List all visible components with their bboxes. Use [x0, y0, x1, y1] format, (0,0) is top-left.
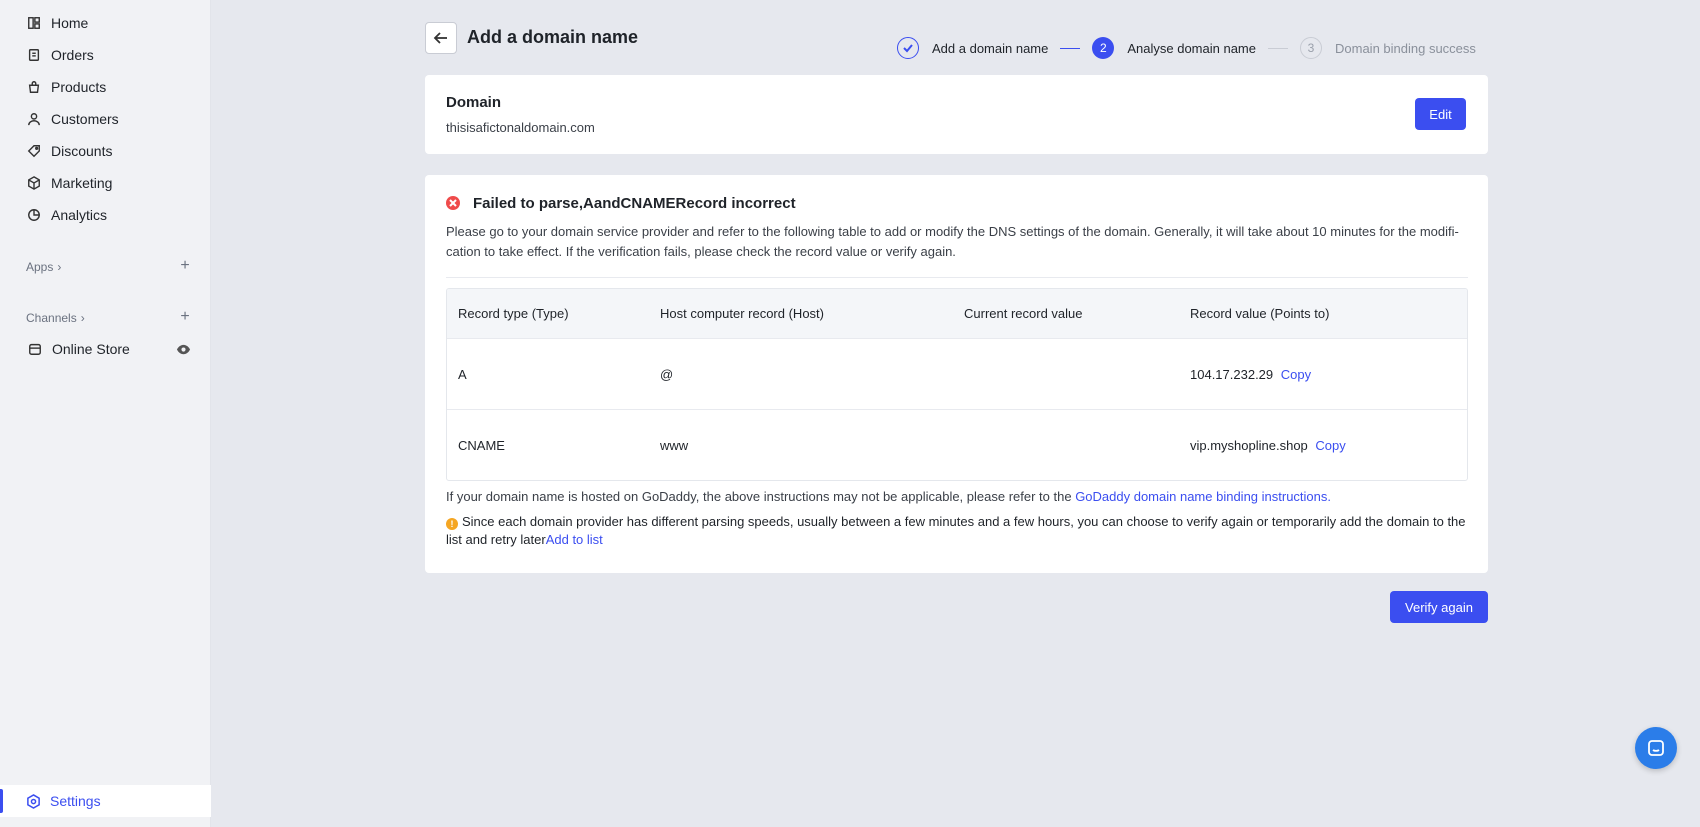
sidebar-item-discounts[interactable]: Discounts — [0, 135, 211, 167]
record-host: @ — [660, 366, 674, 382]
step-3-label: Domain binding success — [1335, 40, 1476, 56]
step-1-check-icon — [897, 37, 919, 59]
domain-value: thisisafictonaldomain.com — [446, 120, 595, 135]
record-points-to: vip.myshopline.shop — [1190, 437, 1308, 453]
home-icon — [26, 15, 42, 31]
sidebar-item-products[interactable]: Products — [0, 71, 211, 103]
record-type: CNAME — [458, 437, 505, 453]
copy-button[interactable]: Copy — [1315, 438, 1345, 453]
store-icon — [27, 341, 43, 357]
sidebar-item-label: Orders — [51, 47, 94, 63]
domain-title: Domain — [446, 94, 502, 111]
step-1-label: Add a domain name — [932, 40, 1049, 56]
apps-label: Apps — [26, 260, 54, 274]
sidebar-item-analytics[interactable]: Analytics — [0, 199, 211, 231]
chevron-right-icon: › — [80, 311, 85, 325]
step-2-number: 2 — [1092, 37, 1115, 59]
sidebar: Home Orders Products Customers Discounts… — [0, 0, 211, 827]
add-to-list-link[interactable]: Add to list — [546, 532, 603, 547]
record-type: A — [458, 366, 467, 382]
step-2-label: Analyse domain name — [1127, 40, 1256, 56]
sidebar-item-home[interactable]: Home — [0, 7, 211, 39]
chevron-right-icon: › — [57, 260, 62, 274]
chat-icon — [1648, 740, 1664, 756]
active-indicator — [0, 789, 3, 813]
settings-icon — [26, 793, 50, 809]
record-points-to-cell: 104.17.232.29 Copy — [1190, 367, 1467, 382]
copy-button[interactable]: Copy — [1281, 367, 1311, 382]
record-host: www — [660, 437, 689, 453]
sidebar-item-label: Products — [51, 79, 107, 95]
sidebar-item-orders[interactable]: Orders — [0, 39, 211, 71]
column-header-type: Record type (Type) — [458, 306, 569, 321]
add-channel-button[interactable]: + — [178, 308, 192, 325]
eye-icon[interactable] — [175, 342, 191, 356]
marketing-icon — [26, 175, 42, 191]
step-connector — [1268, 47, 1288, 49]
apps-section-toggle[interactable]: Apps › — [26, 260, 61, 274]
sidebar-item-label: Marketing — [51, 175, 113, 191]
parsing-speed-warning: ! Since each domain provider has differen… — [446, 513, 1468, 549]
customers-icon — [26, 111, 42, 127]
back-button[interactable] — [425, 22, 457, 54]
channels-label: Channels — [26, 311, 77, 325]
channels-section-toggle[interactable]: Channels › — [26, 311, 85, 325]
sidebar-item-settings[interactable]: Settings — [0, 785, 211, 817]
column-header-points-to: Record value (Points to) — [1190, 306, 1330, 321]
error-description: Please go to your domain service provide… — [446, 224, 1459, 259]
edit-button[interactable]: Edit — [1415, 98, 1466, 130]
sidebar-item-label: Discounts — [51, 143, 113, 159]
sidebar-item-label: Online Store — [52, 341, 130, 357]
page-title: Add a domain name — [467, 27, 639, 47]
godaddy-note: If your domain name is hosted on GoDaddy… — [446, 489, 1331, 504]
domain-card: Domain thisisafictonaldomain.com Edit — [425, 75, 1488, 154]
discounts-icon — [26, 143, 42, 159]
progress-steps: Add a domain name 2 Analyse domain name … — [897, 37, 1476, 59]
table-row: CNAME www vip.myshopline.shop Copy — [447, 409, 1467, 480]
verify-again-button[interactable]: Verify again — [1390, 591, 1488, 623]
orders-icon — [26, 47, 42, 63]
products-icon — [26, 79, 42, 95]
error-icon — [446, 196, 460, 210]
divider — [446, 277, 1468, 278]
record-points-to: 104.17.232.29 — [1190, 366, 1274, 382]
table-header: Record type (Type) Host computer record … — [447, 289, 1467, 338]
column-header-host: Host computer record (Host) — [660, 306, 824, 321]
sidebar-item-label: Analytics — [51, 207, 108, 223]
verification-result-card: Failed to parse,AandCNAMERecord incorrec… — [425, 175, 1488, 573]
sidebar-item-customers[interactable]: Customers — [0, 103, 211, 135]
godaddy-note-text: If your domain name is hosted on GoDaddy… — [446, 489, 1076, 504]
column-header-current: Current record value — [964, 306, 1083, 321]
analytics-icon — [26, 207, 42, 223]
step-3-number: 3 — [1300, 37, 1322, 59]
table-row: A @ 104.17.232.29 Copy — [447, 338, 1467, 409]
sidebar-item-label: Home — [51, 15, 89, 31]
godaddy-instructions-link[interactable]: GoDaddy domain name binding instructions… — [1075, 489, 1331, 504]
chat-support-button[interactable] — [1635, 727, 1677, 769]
warning-icon: ! — [446, 518, 458, 530]
add-app-button[interactable]: + — [178, 257, 192, 274]
error-title: Failed to parse,AandCNAMERecord incorrec… — [473, 195, 796, 212]
arrow-left-icon — [433, 32, 447, 44]
sidebar-item-marketing[interactable]: Marketing — [0, 167, 211, 199]
record-points-to-cell: vip.myshopline.shop Copy — [1190, 438, 1467, 453]
sidebar-item-label: Settings — [50, 793, 101, 809]
sidebar-item-label: Customers — [51, 111, 119, 127]
step-connector — [1060, 47, 1081, 49]
dns-records-table: Record type (Type) Host computer record … — [446, 288, 1468, 481]
